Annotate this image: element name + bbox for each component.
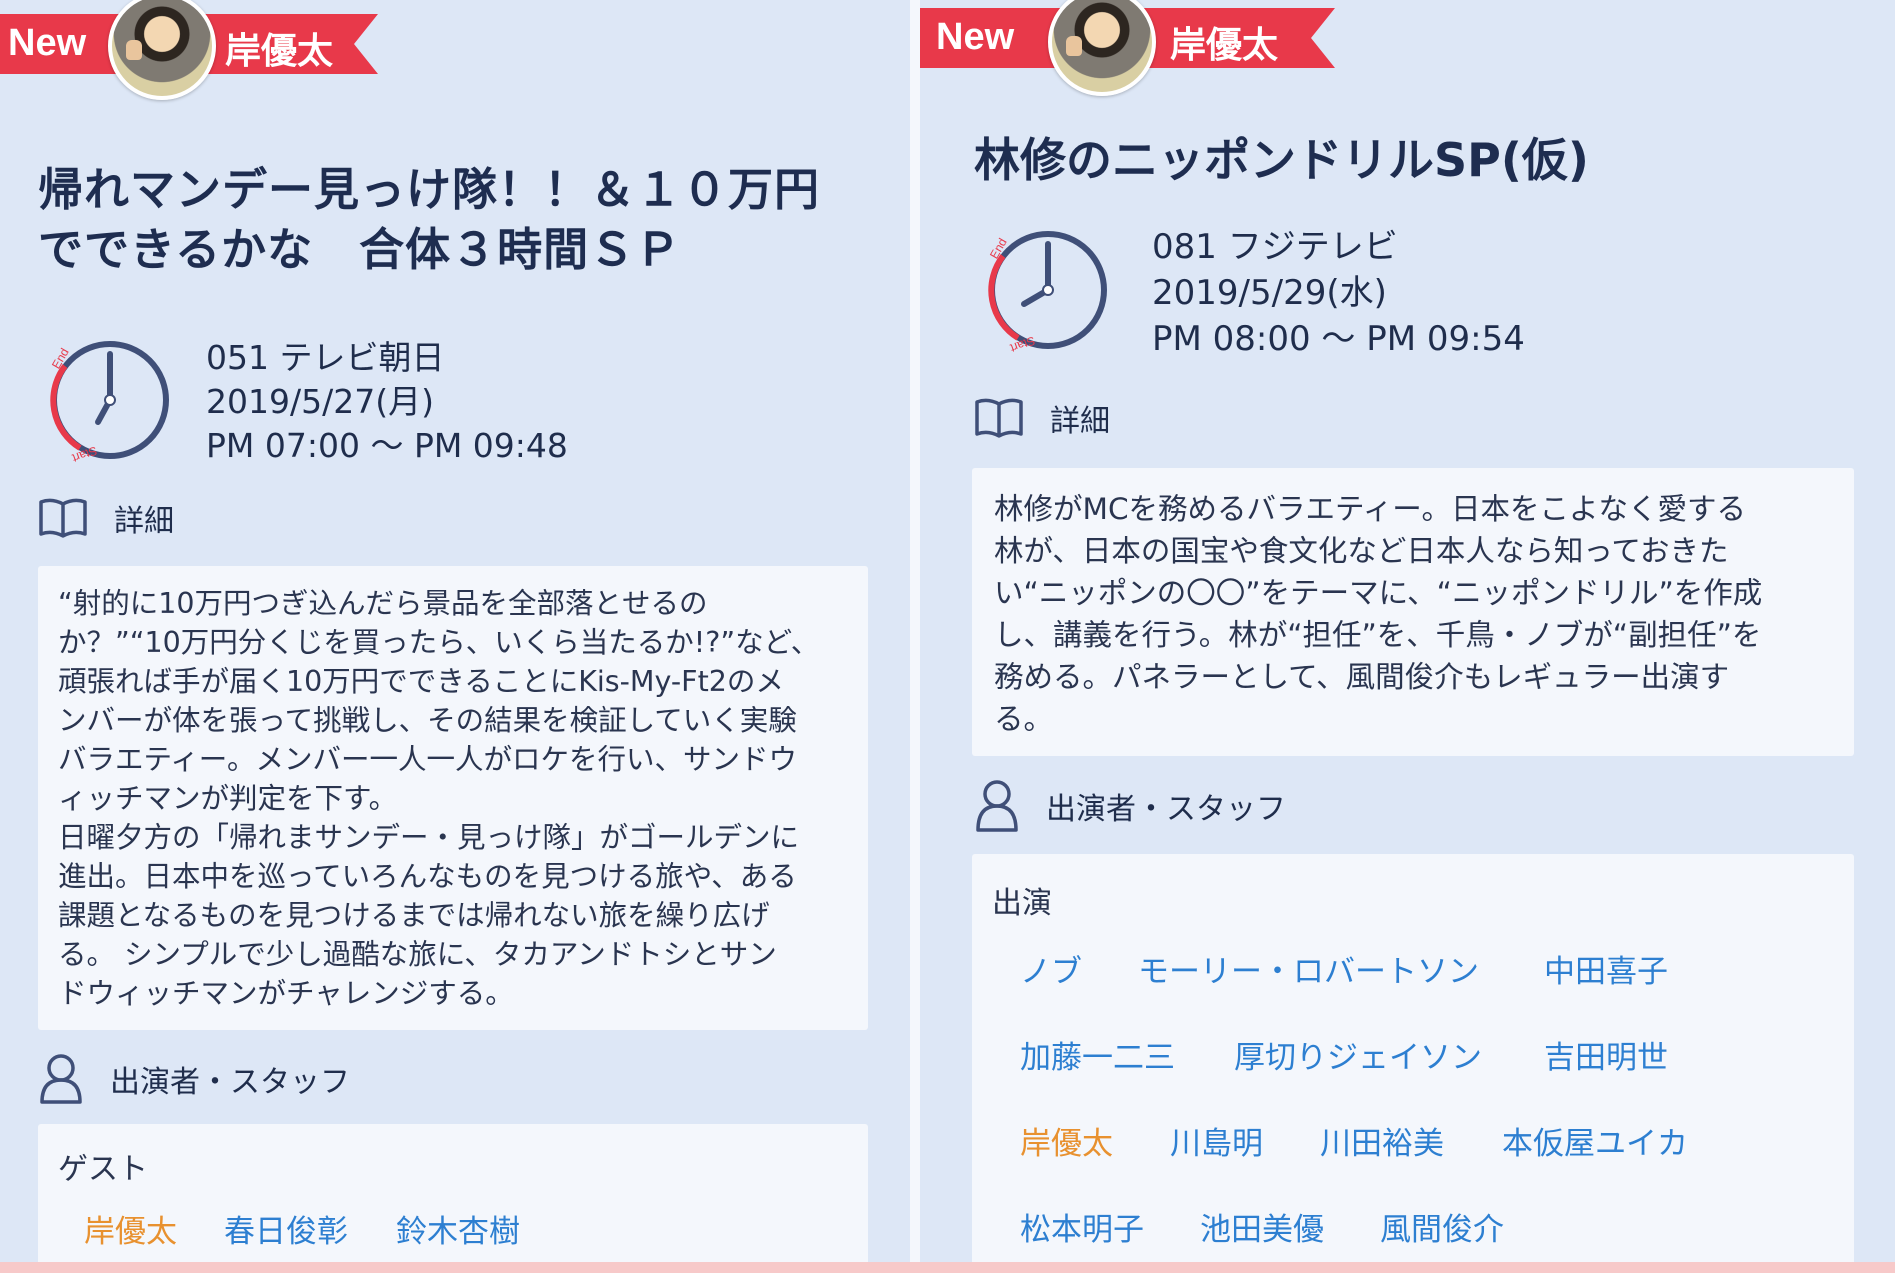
avatar [1048,0,1156,96]
cast-member-link[interactable]: 風間俊介 [1380,1204,1504,1249]
cast-member-link[interactable]: 岸優太 [1020,1118,1113,1163]
program-title-line1: 帰れマンデー見っけ隊！！＆１０万円 [38,163,821,216]
bottom-edge-strip [0,1262,1895,1273]
new-label: New [8,22,87,64]
broadcast-time: PM 07:00 ～ PM 09:48 [206,426,568,465]
description-card: “射的に10万円つぎ込んだら景品を全部落とせるの か？”“10万円分くじを買った… [38,566,868,1030]
cast-heading: 出演者・スタッフ [974,778,1286,834]
book-icon [39,498,87,538]
cast-heading-label: 出演者・スタッフ [1046,792,1286,827]
description-card: 林修がMCを務めるバラエティー。日本をこよなく愛する 林が、日本の国宝や食文化な… [972,468,1854,756]
person-icon [40,1054,82,1104]
detail-heading: 詳細 [38,496,174,540]
program-card-left: New 岸優太 帰れマンデー見っけ隊！！＆１０万円 でできるかな 合体３時間ＳＰ… [0,0,910,1262]
person-icon [976,780,1018,832]
talent-name-badge: 岸優太 [225,31,334,72]
cast-member-link[interactable]: 松本明子 [1020,1204,1144,1249]
program-description: 林修がMCを務めるバラエティー。日本をこよなく愛する 林が、日本の国宝や食文化な… [994,492,1763,736]
cast-heading-label: 出演者・スタッフ [110,1065,350,1100]
clock-icon: End Start [49,341,169,465]
channel: 081 フジテレビ [1152,227,1398,267]
program-title-line2: でできるかな 合体３時間ＳＰ [38,223,682,276]
detail-heading-label: 詳細 [1050,404,1110,439]
program-description: “射的に10万円つぎ込んだら景品を全部落とせるの か？”“10万円分くじを買った… [58,587,820,1010]
program-card-right: New 岸優太 林修のニッポンドリルSP(仮) End Start 081 フジ… [920,0,1895,1262]
panel-divider [910,0,920,1273]
cast-member-link[interactable]: 中田喜子 [1544,946,1668,991]
book-icon [975,398,1023,438]
cast-member-link[interactable]: 川島明 [1170,1118,1263,1163]
detail-heading-label: 詳細 [114,504,174,539]
broadcast-info: 051 テレビ朝日 2019/5/27(月) PM 07:00 ～ PM 09:… [206,336,568,468]
cast-member-link[interactable]: 厚切りジェイソン [1234,1032,1482,1077]
detail-heading: 詳細 [974,396,1110,440]
channel: 051 テレビ朝日 [206,338,445,377]
cast-member-link[interactable]: 本仮屋ユイカ [1502,1118,1688,1163]
talent-name-badge: 岸優太 [1170,25,1279,66]
cast-member-link[interactable]: 池田美優 [1200,1204,1324,1249]
program-title: 帰れマンデー見っけ隊！！＆１０万円 でできるかな 合体３時間ＳＰ [38,160,820,280]
cast-member-link[interactable]: 加藤一二三 [1020,1032,1175,1077]
cast-member-link[interactable]: 鈴木杏樹 [396,1206,520,1251]
broadcast-date: 2019/5/27(月) [206,382,434,421]
cast-card: 出演 ノブ モーリー・ロバートソン 中田喜子 加藤一二三 厚切りジェイソン 吉田… [972,854,1854,1262]
cast-role-label: 出演 [992,886,1052,921]
clock-icon: End Start [987,231,1107,355]
cast-member-link[interactable]: 吉田明世 [1544,1032,1668,1077]
cast-member-link[interactable]: 岸優太 [84,1206,177,1251]
cast-member-link[interactable]: 春日俊彰 [224,1206,348,1251]
clock-end-label: End [49,346,72,371]
cast-card: ゲスト 岸優太 春日俊彰 鈴木杏樹 [38,1124,868,1262]
cast-heading: 出演者・スタッフ [38,1052,350,1106]
broadcast-info: 081 フジテレビ 2019/5/29(水) PM 08:00 ～ PM 09:… [1152,224,1525,362]
cast-member-link[interactable]: モーリー・ロバートソン [1138,946,1479,991]
program-title: 林修のニッポンドリルSP(仮) [974,133,1589,187]
cast-member-link[interactable]: 川田裕美 [1320,1118,1444,1163]
new-label: New [936,16,1015,58]
cast-member-link[interactable]: ノブ [1020,946,1082,991]
broadcast-date: 2019/5/29(水) [1152,273,1387,313]
clock-end-label: End [987,236,1010,261]
broadcast-time: PM 08:00 ～ PM 09:54 [1152,319,1525,359]
cast-role-label: ゲスト [58,1152,148,1187]
avatar [108,0,216,100]
